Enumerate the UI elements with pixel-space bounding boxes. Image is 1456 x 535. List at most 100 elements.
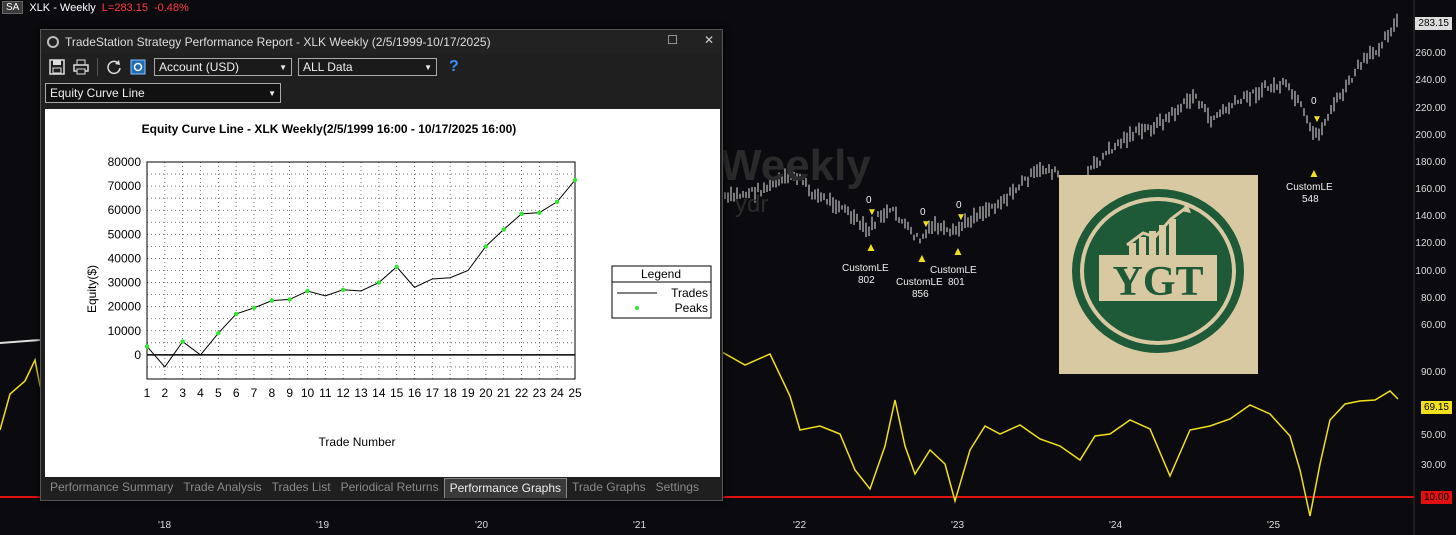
- ygt-logo: YGT: [1059, 175, 1258, 374]
- price-axis-label: 200.00: [1415, 130, 1446, 141]
- print-icon[interactable]: [71, 57, 91, 77]
- y-tick-label: 0: [134, 348, 141, 362]
- report-title: TradeStation Strategy Performance Report…: [65, 35, 491, 49]
- x-tick-label: 1: [144, 386, 151, 400]
- peak-point: [572, 177, 578, 183]
- graph-type-select[interactable]: Equity Curve Line ▼: [45, 83, 281, 103]
- legend-title: Legend: [641, 267, 681, 281]
- chart-grid: [146, 161, 576, 380]
- x-tick-label: 21: [497, 386, 511, 400]
- tab-periodical-returns[interactable]: Periodical Returns: [336, 478, 444, 498]
- legend-peaks-swatch: [635, 306, 639, 310]
- symbol-title: XLK - Weekly: [29, 1, 96, 14]
- tab-trade-analysis[interactable]: Trade Analysis: [178, 478, 266, 498]
- price-axis-label: 120.00: [1415, 238, 1446, 249]
- peak-point: [376, 280, 382, 285]
- trade-marker-801[interactable]: 0 ▼ ▲ CustomLE 801: [928, 200, 984, 290]
- symbol-badge[interactable]: SA: [2, 1, 24, 14]
- indicator-value-tag: 69.15: [1420, 401, 1452, 414]
- performance-report-window[interactable]: TradeStation Strategy Performance Report…: [40, 29, 723, 501]
- x-tick-label: 14: [372, 386, 386, 400]
- y-tick-label: 40000: [108, 251, 142, 265]
- y-tick-label: 10000: [108, 324, 142, 338]
- y-tick-label: 60000: [108, 203, 142, 217]
- settings-icon[interactable]: [128, 57, 148, 77]
- arrow-up-icon: ▲: [865, 240, 877, 254]
- report-title-bar[interactable]: TradeStation Strategy Performance Report…: [41, 30, 722, 54]
- tab-trade-graphs[interactable]: Trade Graphs: [567, 478, 651, 498]
- x-tick-label: 17: [426, 386, 440, 400]
- y-tick-label: 70000: [108, 179, 142, 193]
- last-price-tag: 283.15: [1415, 17, 1452, 30]
- x-tick-label: 18: [443, 386, 457, 400]
- account-select[interactable]: Account (USD) ▼: [154, 58, 292, 76]
- peak-point: [554, 199, 560, 204]
- trade-marker-name: CustomLE: [842, 263, 889, 274]
- save-icon[interactable]: [47, 57, 67, 77]
- tab-performance-graphs[interactable]: Performance Graphs: [443, 478, 567, 498]
- x-tick-label: 10: [301, 386, 315, 400]
- trade-marker-top-label: 0: [956, 200, 962, 211]
- arrow-up-icon: ▲: [916, 251, 928, 265]
- x-tick-label: 5: [215, 386, 222, 400]
- account-select-value: Account (USD): [159, 60, 240, 74]
- peak-point: [269, 298, 275, 303]
- trade-marker-802[interactable]: 0 ▼ ▲ CustomLE 802: [840, 195, 896, 290]
- tab-performance-summary[interactable]: Performance Summary: [45, 478, 178, 498]
- tab-settings[interactable]: Settings: [651, 478, 704, 498]
- x-tick-label: 24: [550, 386, 564, 400]
- trade-marker-548[interactable]: 0 ▼ ▲ CustomLE 548: [1284, 96, 1340, 206]
- peak-point: [251, 305, 257, 311]
- price-axis-label: 80.00: [1420, 293, 1446, 304]
- x-tick-label: 3: [179, 386, 186, 400]
- data-range-select-value: ALL Data: [303, 60, 353, 74]
- app-icon: [47, 36, 59, 48]
- logo-graphic: YGT: [1072, 189, 1244, 353]
- price-change: -0.48%: [153, 1, 189, 14]
- price-axis-label: 240.00: [1415, 75, 1446, 86]
- price-axis-label: 140.00: [1415, 211, 1446, 222]
- equity-curve-svg: Equity Curve Line - XLK Weekly(2/5/1999 …: [85, 122, 712, 449]
- trade-marker-number: 856: [912, 289, 929, 300]
- peak-point: [233, 311, 239, 317]
- maximize-icon[interactable]: ☐: [667, 33, 678, 47]
- trade-marker-number: 548: [1302, 194, 1319, 205]
- last-price: L=283.15: [101, 1, 148, 14]
- trade-marker-top-label: 0: [920, 207, 926, 218]
- price-axis-label: 220.00: [1415, 103, 1446, 114]
- peak-point: [501, 227, 506, 232]
- chart-ticks: 80000 70000 60000 50000 40000 30000 20000 10000…: [108, 155, 582, 400]
- report-toolbar: Account (USD) ▼ ALL Data ▼ ?: [41, 54, 722, 80]
- y-tick-label: 30000: [108, 276, 142, 290]
- x-tick-label: 15: [390, 386, 404, 400]
- tab-trades-list[interactable]: Trades List: [267, 478, 336, 498]
- peak-point: [483, 244, 489, 249]
- price-axis-label: 60.00: [1420, 320, 1446, 331]
- refresh-icon[interactable]: [104, 57, 124, 77]
- data-range-select[interactable]: ALL Data ▼: [298, 58, 437, 76]
- date-axis-label: '21: [633, 520, 647, 531]
- arrow-down-icon: ▼: [956, 212, 966, 223]
- legend-item-trades: Trades: [671, 286, 708, 300]
- chevron-down-icon: ▼: [268, 88, 276, 98]
- indicator-axis-label: 90.00: [1420, 367, 1446, 378]
- y-tick-label: 80000: [108, 155, 142, 169]
- chevron-down-icon: ▼: [279, 62, 287, 72]
- help-icon[interactable]: ?: [449, 58, 459, 76]
- x-tick-label: 7: [251, 386, 258, 400]
- close-icon[interactable]: ✕: [704, 33, 714, 47]
- price-axis-label: 160.00: [1415, 184, 1446, 195]
- equity-curve-chart: Equity Curve Line - XLK Weekly(2/5/1999 …: [45, 109, 720, 477]
- x-tick-label: 9: [286, 386, 293, 400]
- graph-type-select-value: Equity Curve Line: [50, 86, 145, 100]
- toolbar-divider: [97, 58, 98, 76]
- x-tick-label: 12: [336, 386, 350, 400]
- trade-marker-top-label: 0: [866, 195, 872, 206]
- trade-marker-top-label: 0: [1311, 96, 1317, 107]
- logo-text: YGT: [1112, 259, 1203, 305]
- y-tick-label: 50000: [108, 227, 142, 241]
- watermark-text: Weekly: [720, 141, 871, 190]
- arrow-up-icon: ▲: [1308, 166, 1320, 180]
- date-axis-label: '20: [475, 520, 489, 531]
- symbol-bar: SA XLK - Weekly L=283.15 -0.48%: [0, 0, 189, 15]
